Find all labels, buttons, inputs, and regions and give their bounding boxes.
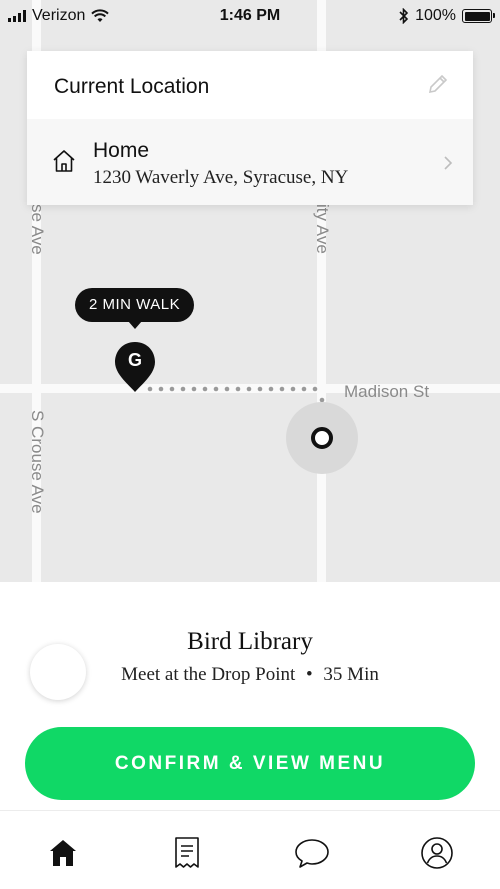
chat-icon <box>295 839 329 868</box>
tab-messages[interactable] <box>294 835 330 871</box>
receipt-icon <box>175 837 199 868</box>
pencil-icon[interactable] <box>427 73 449 95</box>
street-label-ity-ave: ity Ave <box>313 204 332 254</box>
tab-orders[interactable] <box>169 835 205 871</box>
location-card: Current Location Home 1230 Waverly Ave, … <box>27 51 473 205</box>
tab-home[interactable] <box>45 835 81 871</box>
venue-sheet: Bird Library Meet at the Drop Point • 35… <box>0 582 500 807</box>
saved-location-address: 1230 Waverly Ave, Syracuse, NY <box>93 167 349 188</box>
separator-dot: • <box>306 664 313 685</box>
street-label-se-ave: se Ave <box>28 204 47 255</box>
tab-profile[interactable] <box>419 835 455 871</box>
walk-time-badge: 2 MIN WALK <box>75 288 195 329</box>
pin-letter: G <box>127 350 142 370</box>
confirm-view-menu-button[interactable]: CONFIRM & VIEW MENU <box>25 727 475 800</box>
status-bar: Verizon 1:46 PM 100% <box>0 0 500 32</box>
home-outline-icon <box>53 150 75 172</box>
current-location-row[interactable]: Current Location <box>27 51 473 119</box>
saved-location-name: Home <box>93 139 150 162</box>
street-label-madison-st: Madison St <box>344 382 430 401</box>
street-label-s-crouse-ave: S Crouse Ave <box>28 410 47 514</box>
home-icon <box>50 840 76 866</box>
battery-percent: 100% <box>415 7 456 24</box>
saved-location-home[interactable]: Home 1230 Waverly Ave, Syracuse, NY <box>27 119 473 205</box>
tab-bar <box>0 810 500 889</box>
battery-icon <box>462 9 495 23</box>
current-location-label: Current Location <box>54 75 210 98</box>
eta-text: 35 Min <box>323 664 379 685</box>
bluetooth-icon <box>399 8 409 24</box>
user-location-dot <box>311 427 333 449</box>
venue-name: Bird Library <box>187 628 313 655</box>
profile-icon <box>421 837 453 869</box>
chevron-right-icon <box>444 156 453 170</box>
venue-details: Meet at the Drop Point • 35 Min <box>0 664 500 686</box>
meeting-point-text: Meet at the Drop Point <box>121 664 296 685</box>
